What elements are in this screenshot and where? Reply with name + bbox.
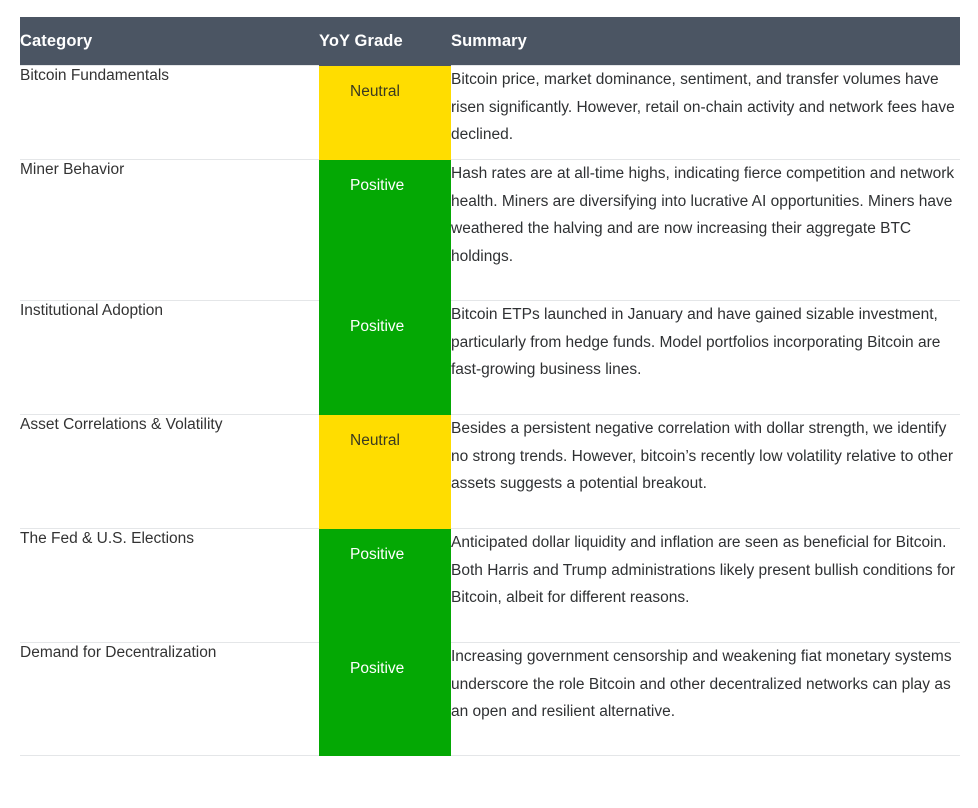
- header-row: Category YoY Grade Summary: [20, 17, 960, 66]
- cell-summary: Bitcoin price, market dominance, sentime…: [451, 65, 960, 160]
- table-row: Institutional Adoption Positive Bitcoin ET…: [20, 300, 960, 415]
- cell-category: Institutional Adoption: [20, 300, 319, 415]
- table-row: Bitcoin Fundamentals Neutral Bitcoin price…: [20, 65, 960, 160]
- table-row: Miner Behavior Positive Hash rates are at …: [20, 159, 960, 301]
- table-row: The Fed & U.S. Elections Positive Anticipa…: [20, 528, 960, 643]
- grade-badge: Neutral: [319, 65, 451, 160]
- grade-badge: Positive: [319, 528, 451, 643]
- summary-text: Bitcoin ETPs launched in January and hav…: [451, 306, 941, 379]
- summary-text: Anticipated dollar liquidity and inflati…: [451, 534, 955, 607]
- cell-category: Miner Behavior: [20, 159, 319, 301]
- cell-summary: Bitcoin ETPs launched in January and hav…: [451, 300, 960, 415]
- cell-category: Demand for Decentralization: [20, 642, 319, 756]
- grade-badge: Positive: [319, 300, 451, 415]
- column-header-yoy-grade: YoY Grade: [319, 17, 451, 66]
- summary-text: Hash rates are at all-time highs, indica…: [451, 165, 955, 265]
- summary-text: Bitcoin price, market dominance, sentime…: [451, 71, 955, 144]
- grade-table-container: Category YoY Grade Summary Bitcoin Funda…: [20, 17, 960, 756]
- column-header-summary: Summary: [451, 17, 960, 66]
- column-header-category: Category: [20, 17, 319, 66]
- cell-yoy-grade: Positive: [319, 528, 451, 643]
- table-row: Asset Correlations & Volatility Neutral Be…: [20, 414, 960, 529]
- grade-badge: Positive: [319, 159, 451, 301]
- cell-summary: Hash rates are at all-time highs, indica…: [451, 159, 960, 301]
- grade-badge: Positive: [319, 642, 451, 756]
- cell-category: The Fed & U.S. Elections: [20, 528, 319, 643]
- summary-text: Increasing government censorship and wea…: [451, 648, 952, 721]
- cell-summary: Besides a persistent negative correlatio…: [451, 414, 960, 529]
- cell-yoy-grade: Positive: [319, 159, 451, 301]
- cell-summary: Anticipated dollar liquidity and inflati…: [451, 528, 960, 643]
- summary-text: Besides a persistent negative correlatio…: [451, 420, 953, 493]
- cell-category: Bitcoin Fundamentals: [20, 65, 319, 160]
- cell-yoy-grade: Neutral: [319, 65, 451, 160]
- cell-category: Asset Correlations & Volatility: [20, 414, 319, 529]
- cell-summary: Increasing government censorship and wea…: [451, 642, 960, 756]
- cell-yoy-grade: Positive: [319, 642, 451, 756]
- cell-yoy-grade: Positive: [319, 300, 451, 415]
- table-row: Demand for Decentralization Positive Incre…: [20, 642, 960, 756]
- table-body: Bitcoin Fundamentals Neutral Bitcoin price…: [20, 65, 960, 756]
- grade-badge: Neutral: [319, 414, 451, 529]
- grade-table: Category YoY Grade Summary Bitcoin Funda…: [20, 17, 960, 756]
- cell-yoy-grade: Neutral: [319, 414, 451, 529]
- table-header: Category YoY Grade Summary: [20, 17, 960, 66]
